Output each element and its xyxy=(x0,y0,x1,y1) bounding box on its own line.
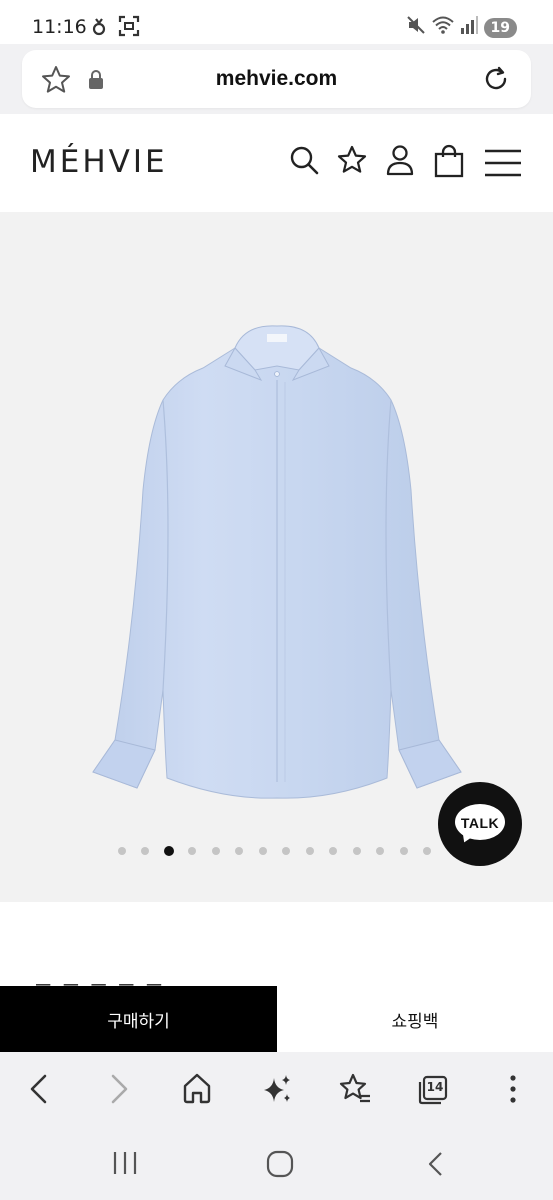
gallery-dot[interactable] xyxy=(228,847,252,855)
home-button-icon[interactable] xyxy=(266,1150,294,1183)
menu-icon[interactable] xyxy=(485,149,521,182)
home-icon[interactable] xyxy=(182,1072,212,1109)
browser-url-bar-area: mehvie.com xyxy=(0,44,553,114)
wishlist-star-icon[interactable] xyxy=(336,144,368,181)
gallery-dot[interactable] xyxy=(322,847,346,855)
gallery-dot[interactable] xyxy=(134,847,158,855)
recents-icon[interactable] xyxy=(112,1150,138,1181)
url-text[interactable]: mehvie.com xyxy=(22,67,531,91)
site-logo[interactable]: MÉHVIE xyxy=(30,144,168,180)
gallery-dot[interactable] xyxy=(345,847,369,855)
shopping-bag-button[interactable]: 쇼핑백 xyxy=(277,986,553,1052)
site-header: MÉHVIE xyxy=(0,114,553,212)
status-right-icons: 19 xyxy=(406,15,517,40)
talk-label: TALK xyxy=(460,815,500,831)
shopping-bag-icon[interactable] xyxy=(433,144,465,183)
gallery-dot[interactable] xyxy=(251,847,275,855)
url-bar[interactable]: mehvie.com xyxy=(22,50,531,108)
more-icon[interactable] xyxy=(508,1072,518,1111)
product-image xyxy=(92,325,462,799)
gallery-dot[interactable] xyxy=(298,847,322,855)
gallery-pagination[interactable] xyxy=(110,846,440,856)
bookmarks-icon[interactable] xyxy=(338,1072,372,1111)
ai-sparkle-icon[interactable] xyxy=(260,1072,294,1111)
mute-icon xyxy=(406,15,426,40)
browser-toolbar: 14 xyxy=(0,1052,553,1126)
search-icon[interactable] xyxy=(288,144,320,181)
gallery-dot[interactable] xyxy=(204,847,228,855)
gallery-dot[interactable] xyxy=(181,847,205,855)
status-left-icons xyxy=(90,15,140,42)
gallery-dot[interactable] xyxy=(110,847,134,855)
status-time: 11:16 xyxy=(32,16,87,38)
gallery-dot[interactable] xyxy=(275,847,299,855)
signal-icon xyxy=(460,15,478,40)
gallery-dot[interactable] xyxy=(392,847,416,855)
battery-badge: 19 xyxy=(483,17,517,38)
purchase-bar: 구매하기 쇼핑백 xyxy=(0,986,553,1052)
screenshot-icon xyxy=(118,15,140,42)
buy-button[interactable]: 구매하기 xyxy=(0,986,277,1052)
gallery-dot-active[interactable] xyxy=(157,846,181,856)
account-icon[interactable] xyxy=(385,144,415,181)
product-title-peek: ─ ─ ─ ─ ─ xyxy=(36,974,166,986)
notification-icon xyxy=(90,15,108,42)
back-nav-icon[interactable] xyxy=(426,1150,446,1183)
back-icon[interactable] xyxy=(26,1072,52,1111)
forward-icon[interactable] xyxy=(106,1072,132,1111)
gallery-dot[interactable] xyxy=(369,847,393,855)
wifi-icon xyxy=(431,15,454,40)
reload-icon[interactable] xyxy=(481,64,511,99)
android-navigation-bar xyxy=(0,1126,553,1200)
gallery-dot[interactable] xyxy=(416,847,440,855)
talk-chat-button[interactable]: TALK xyxy=(438,782,522,866)
tab-count: 14 xyxy=(426,1080,444,1094)
